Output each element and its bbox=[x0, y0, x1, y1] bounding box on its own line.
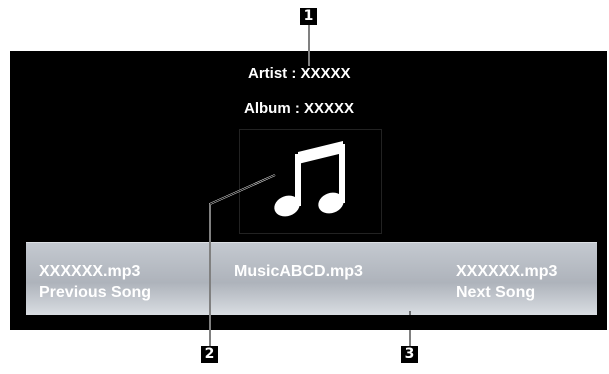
callout-1-badge: 1 bbox=[300, 8, 317, 25]
current-song[interactable]: MusicABCD.mp3 bbox=[234, 261, 363, 282]
next-song[interactable]: XXXXXX.mp3 Next Song bbox=[456, 261, 557, 303]
album-art bbox=[239, 129, 382, 234]
callout-3-badge: 3 bbox=[401, 346, 418, 363]
song-list-bar: XXXXXX.mp3 Previous Song MusicABCD.mp3 X… bbox=[26, 242, 597, 315]
album-label: Album : XXXXX bbox=[244, 100, 355, 117]
callout-2-badge: 2 bbox=[201, 346, 218, 363]
artist-label: Artist : XXXXX bbox=[248, 65, 351, 82]
previous-song-file: XXXXXX.mp3 bbox=[39, 263, 141, 280]
previous-song[interactable]: XXXXXX.mp3 Previous Song bbox=[39, 261, 151, 303]
music-player-screen: Artist : XXXXX Album : XXXXX XXXXXX.mp3 … bbox=[10, 51, 607, 330]
next-song-file: XXXXXX.mp3 bbox=[456, 263, 558, 280]
next-song-label: Next Song bbox=[456, 284, 536, 301]
previous-song-label: Previous Song bbox=[39, 284, 152, 301]
music-note-icon bbox=[274, 141, 345, 217]
current-song-file: MusicABCD.mp3 bbox=[234, 263, 363, 280]
